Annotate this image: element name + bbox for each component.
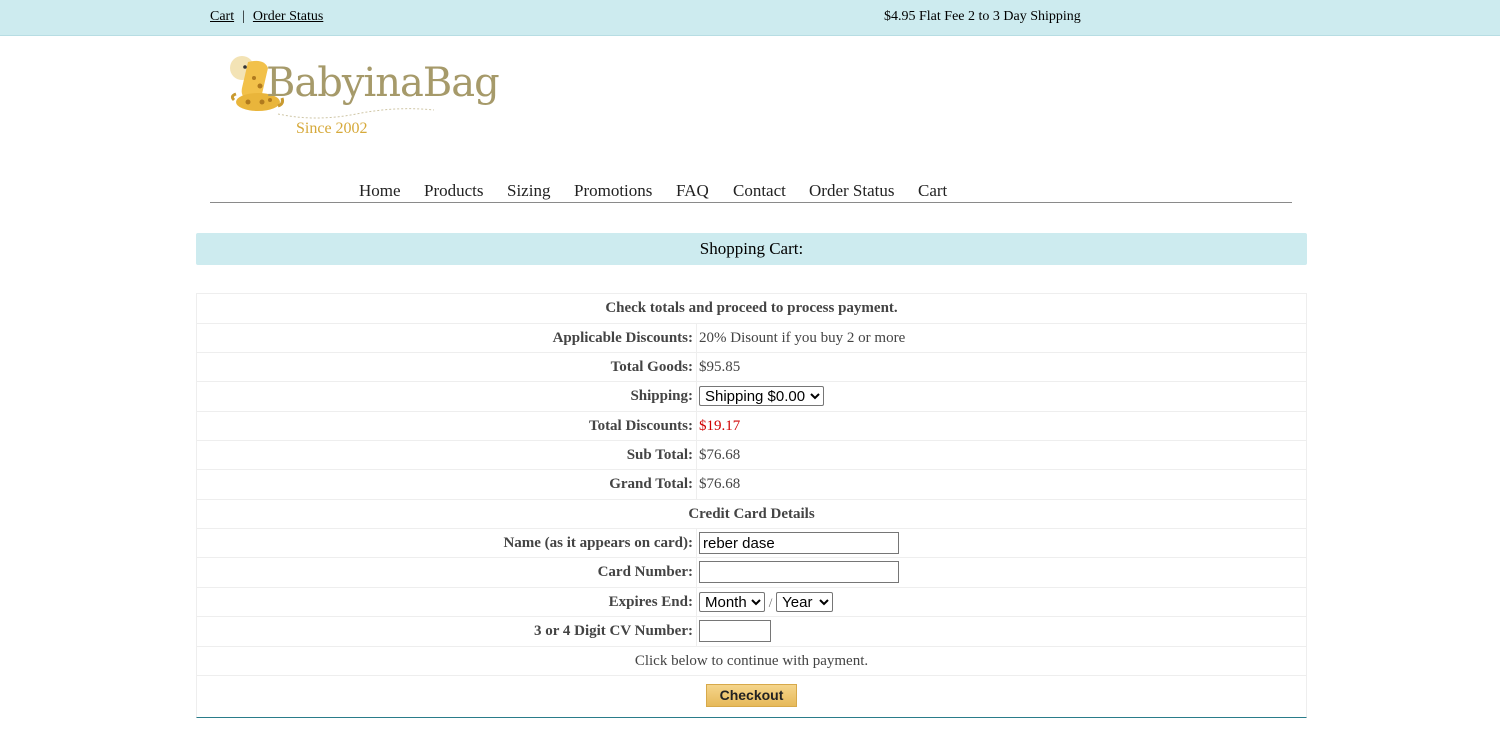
grand-total-row: Grand Total: $76.68 [197,470,1306,500]
checkout-prompt: Click below to continue with payment. [634,653,869,669]
expires-label: Expires End: [608,594,693,610]
nav-item-products[interactable]: Products [424,181,484,201]
cart-intro: Check totals and proceed to process paym… [605,300,898,316]
card-number-row: Card Number: [197,558,1306,588]
logo-wordmark: BabyinaBag [266,60,500,106]
goods-label: Total Goods: [610,359,693,375]
top-links: Cart | Order Status [210,9,323,25]
nav-item-contact[interactable]: Contact [733,181,786,201]
top-link-cart[interactable]: Cart [210,9,234,24]
expires-row: Expires End: Month / Year [197,588,1306,617]
card-name-row: Name (as it appears on card): [197,529,1306,558]
nav-item-faq[interactable]: FAQ [676,181,709,201]
total-discount-label: Total Discounts: [588,418,693,434]
card-number-input[interactable] [699,561,899,583]
discount-label: Applicable Discounts: [552,330,693,346]
total-discount-value: $19.17 [699,418,741,434]
nav-item-sizing[interactable]: Sizing [507,181,550,201]
cvv-input[interactable] [699,620,771,642]
shipping-promo: $4.95 Flat Fee 2 to 3 Day Shipping [884,9,1081,24]
shipping-select[interactable]: Shipping $0.00 [699,386,824,406]
prompt-row: Click below to continue with payment. [197,647,1306,676]
goods-row: Total Goods: $95.85 [197,353,1306,382]
checkout-button[interactable]: Checkout [706,684,797,707]
nav-item-cart[interactable]: Cart [918,181,947,201]
site-logo[interactable]: BabyinaBag Since 2002 [226,52,500,142]
total-discount-row: Total Discounts: $19.17 [197,412,1306,441]
expires-month-select[interactable]: Month [699,592,765,612]
subtotal-value: $76.68 [699,447,741,463]
cvv-row: 3 or 4 Digit CV Number: [197,617,1306,647]
nav-item-home[interactable]: Home [359,181,401,201]
main-nav: Home Products Sizing Promotions FAQ Cont… [210,178,1292,203]
cart-intro-row: Check totals and proceed to process paym… [197,294,1306,324]
card-name-label: Name (as it appears on card): [503,535,693,551]
shipping-row: Shipping: Shipping $0.00 [197,382,1306,412]
card-heading: Credit Card Details [688,506,815,522]
top-bar: Cart | Order Status $4.95 Flat Fee 2 to 3 … [0,0,1500,36]
discount-value: 20% Disount if you buy 2 or more [699,330,906,346]
section-title: Shopping Cart: [196,233,1307,265]
expires-year-select[interactable]: Year [776,592,834,612]
top-link-separator: | [242,9,245,24]
subtotal-label: Sub Total: [626,447,693,463]
card-heading-row: Credit Card Details [197,500,1306,529]
subtotal-row: Sub Total: $76.68 [197,441,1306,470]
logo-tagline: Since 2002 [296,120,368,137]
card-number-label: Card Number: [597,564,693,580]
card-name-input[interactable] [699,532,899,554]
nav-item-order-status[interactable]: Order Status [809,181,894,201]
cvv-label: 3 or 4 Digit CV Number: [533,623,693,639]
goods-value: $95.85 [699,359,741,375]
discount-row: Applicable Discounts: 20% Disount if you… [197,324,1306,353]
shipping-label: Shipping: [630,388,693,404]
cart-table: Check totals and proceed to process paym… [196,293,1307,718]
checkout-row: Checkout [197,676,1306,717]
grand-total-label: Grand Total: [609,476,693,492]
top-link-order-status[interactable]: Order Status [253,9,323,24]
nav-item-promotions[interactable]: Promotions [574,181,652,201]
grand-total-value: $76.68 [699,476,741,492]
date-separator: / [768,595,773,610]
